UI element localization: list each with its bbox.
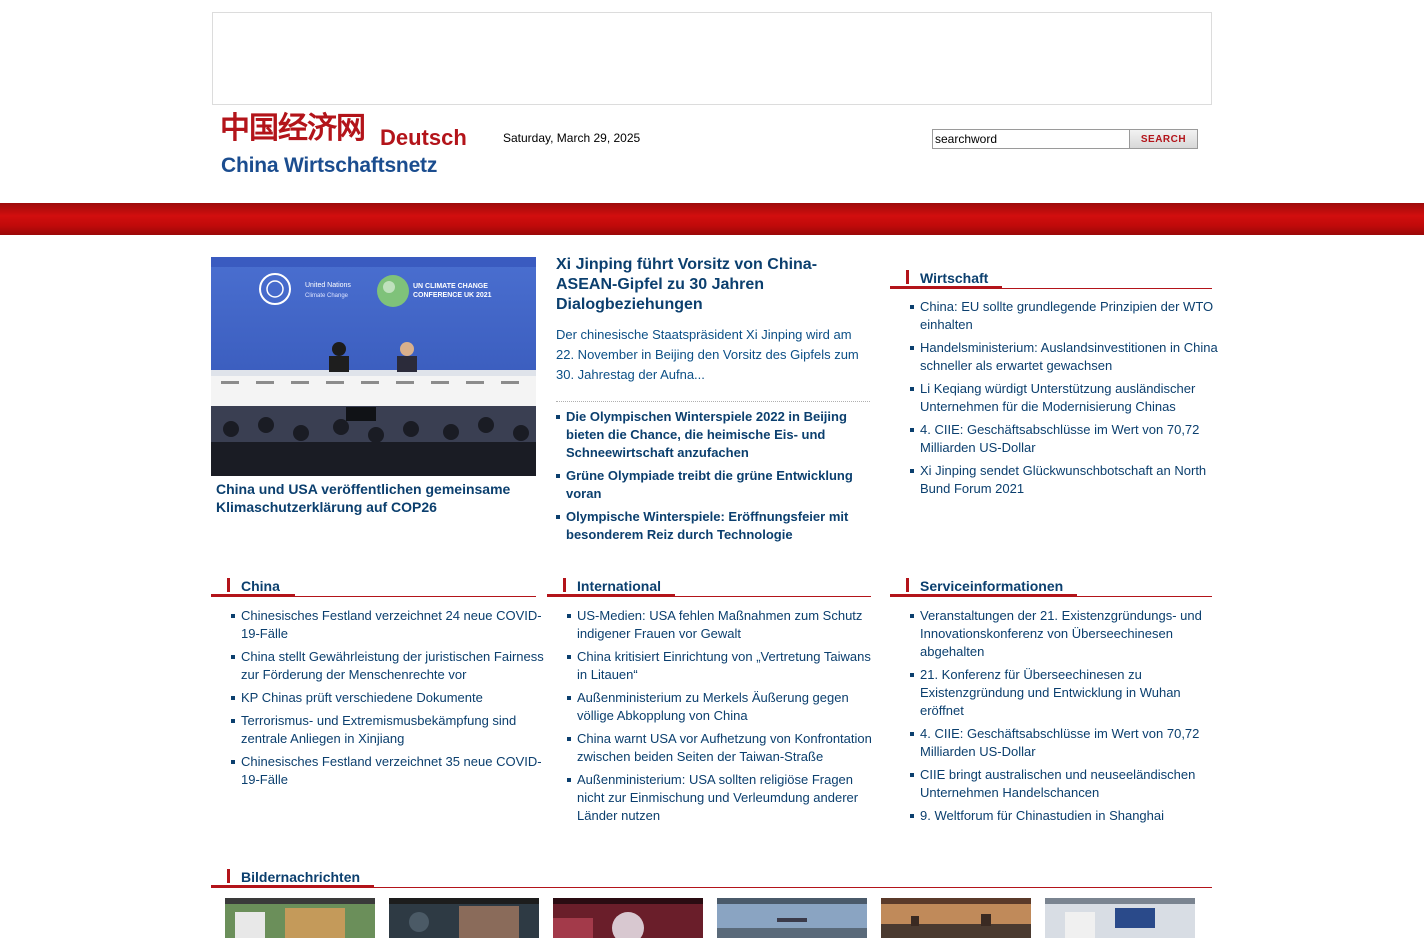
list-item[interactable]: Die Olympischen Winterspiele 2022 in Bei… (556, 408, 861, 462)
current-date: Saturday, March 29, 2025 (503, 131, 641, 145)
photo-thumbnail[interactable] (225, 898, 375, 938)
svg-text:UN CLIMATE CHANGE: UN CLIMATE CHANGE (413, 283, 488, 290)
photo-thumbnail[interactable] (717, 898, 867, 938)
list-item[interactable]: Terrorismus- und Extremismusbekämpfung s… (231, 712, 546, 748)
list-item[interactable]: China: EU sollte grundlegende Prinzipien… (910, 298, 1220, 334)
photo-thumbnail[interactable] (1045, 898, 1195, 938)
section-header-service: Serviceinformationen (890, 570, 1212, 597)
list-item[interactable]: Grüne Olympiade treibt die grüne Entwick… (556, 467, 861, 503)
thumbnail-image (553, 898, 703, 938)
search-button[interactable]: SEARCH (1129, 129, 1198, 149)
thumbnail-image (1045, 898, 1195, 938)
wirtschaft-list: China: EU sollte grundlegende Prinzipien… (910, 298, 1220, 503)
section-header-international: International (547, 570, 871, 597)
lead-headline[interactable]: Xi Jinping führt Vorsitz von China-ASEAN… (556, 255, 856, 315)
section-title[interactable]: International (577, 578, 661, 594)
list-item[interactable]: Xi Jinping sendet Glückwunschbotschaft a… (910, 462, 1220, 498)
list-item[interactable]: China warnt USA vor Aufhetzung von Konfr… (567, 730, 877, 766)
section-underline (547, 594, 675, 596)
thumbnail-image (225, 898, 375, 938)
section-title[interactable]: Bildernachrichten (241, 869, 360, 885)
list-item[interactable]: 4. CIIE: Geschäftsabschlüsse im Wert von… (910, 725, 1215, 761)
logo-language: Deutsch (380, 125, 467, 150)
list-item[interactable]: Außenministerium zu Merkels Äußerung geg… (567, 689, 877, 725)
top-story-image[interactable]: United Nations Climate Change UN CLIMATE… (211, 257, 536, 476)
china-list: Chinesisches Festland verzeichnet 24 neu… (231, 607, 546, 794)
thumbnail-image (881, 898, 1031, 938)
site-logo[interactable]: 中国经济网 Deutsch China Wirtschaftsnetz (220, 112, 470, 182)
section-underline (890, 594, 1077, 596)
section-marker (227, 869, 230, 883)
search-input[interactable] (932, 129, 1130, 149)
section-underline (890, 286, 1002, 288)
logo-english: China Wirtschaftsnetz (221, 154, 438, 177)
list-item[interactable]: Chinesisches Festland verzeichnet 24 neu… (231, 607, 546, 643)
lead-news-list: Die Olympischen Winterspiele 2022 in Bei… (556, 408, 861, 549)
thumbnail-image (717, 898, 867, 938)
section-marker (227, 578, 230, 592)
international-list: US-Medien: USA fehlen Maßnahmen zum Schu… (567, 607, 877, 830)
section-header-china: China (211, 570, 536, 597)
svg-text:United Nations: United Nations (305, 282, 351, 289)
section-marker (906, 578, 909, 592)
list-item[interactable]: KP Chinas prüft verschiedene Dokumente (231, 689, 546, 707)
section-marker (906, 270, 909, 284)
photo-thumbnail[interactable] (881, 898, 1031, 938)
list-item[interactable]: CIIE bringt australischen und neuseeländ… (910, 766, 1215, 802)
section-title[interactable]: Serviceinformationen (920, 578, 1063, 594)
photo-thumbnail[interactable] (389, 898, 539, 938)
list-item[interactable]: 21. Konferenz für Überseechinesen zu Exi… (910, 666, 1215, 720)
ad-banner (212, 12, 1212, 105)
list-item[interactable]: China kritisiert Einrichtung von „Vertre… (567, 648, 877, 684)
list-item[interactable]: US-Medien: USA fehlen Maßnahmen zum Schu… (567, 607, 877, 643)
search-form: SEARCH (932, 129, 1198, 149)
list-item[interactable]: Handelsministerium: Auslandsinvestitione… (910, 339, 1220, 375)
top-story-caption[interactable]: China und USA veröffentlichen gemeinsame… (216, 480, 536, 516)
svg-text:CONFERENCE UK 2021: CONFERENCE UK 2021 (413, 292, 492, 299)
list-item[interactable]: Außenministerium: USA sollten religiöse … (567, 771, 877, 825)
list-item[interactable]: 4. CIIE: Geschäftsabschlüsse im Wert von… (910, 421, 1220, 457)
section-marker (563, 578, 566, 592)
section-header-bilder: Bildernachrichten (211, 861, 1212, 888)
list-item[interactable]: Li Keqiang würdigt Unterstützung ausländ… (910, 380, 1220, 416)
list-item[interactable]: China stellt Gewährleistung der juristis… (231, 648, 546, 684)
list-item[interactable]: Chinesisches Festland verzeichnet 35 neu… (231, 753, 546, 789)
lead-summary: Der chinesische Staatspräsident Xi Jinpi… (556, 327, 859, 382)
list-item[interactable]: 9. Weltforum für Chinastudien in Shangha… (910, 807, 1215, 825)
list-item[interactable]: Olympische Winterspiele: Eröffnungsfeier… (556, 508, 861, 544)
thumbnail-image (389, 898, 539, 938)
logo-chinese: 中国经济网 (220, 111, 366, 146)
section-title[interactable]: Wirtschaft (920, 270, 988, 286)
service-list: Veranstaltungen der 21. Existenzgründung… (910, 607, 1215, 830)
svg-text:Climate Change: Climate Change (305, 293, 349, 299)
cop26-press-conference-image: United Nations Climate Change UN CLIMATE… (211, 257, 536, 476)
section-title[interactable]: China (241, 578, 280, 594)
divider (556, 401, 870, 402)
section-underline (211, 885, 374, 887)
nav-bar (0, 203, 1424, 235)
section-header-wirtschaft: Wirtschaft (890, 262, 1212, 289)
section-underline (211, 594, 295, 596)
list-item[interactable]: Veranstaltungen der 21. Existenzgründung… (910, 607, 1215, 661)
photo-thumbnail[interactable] (553, 898, 703, 938)
